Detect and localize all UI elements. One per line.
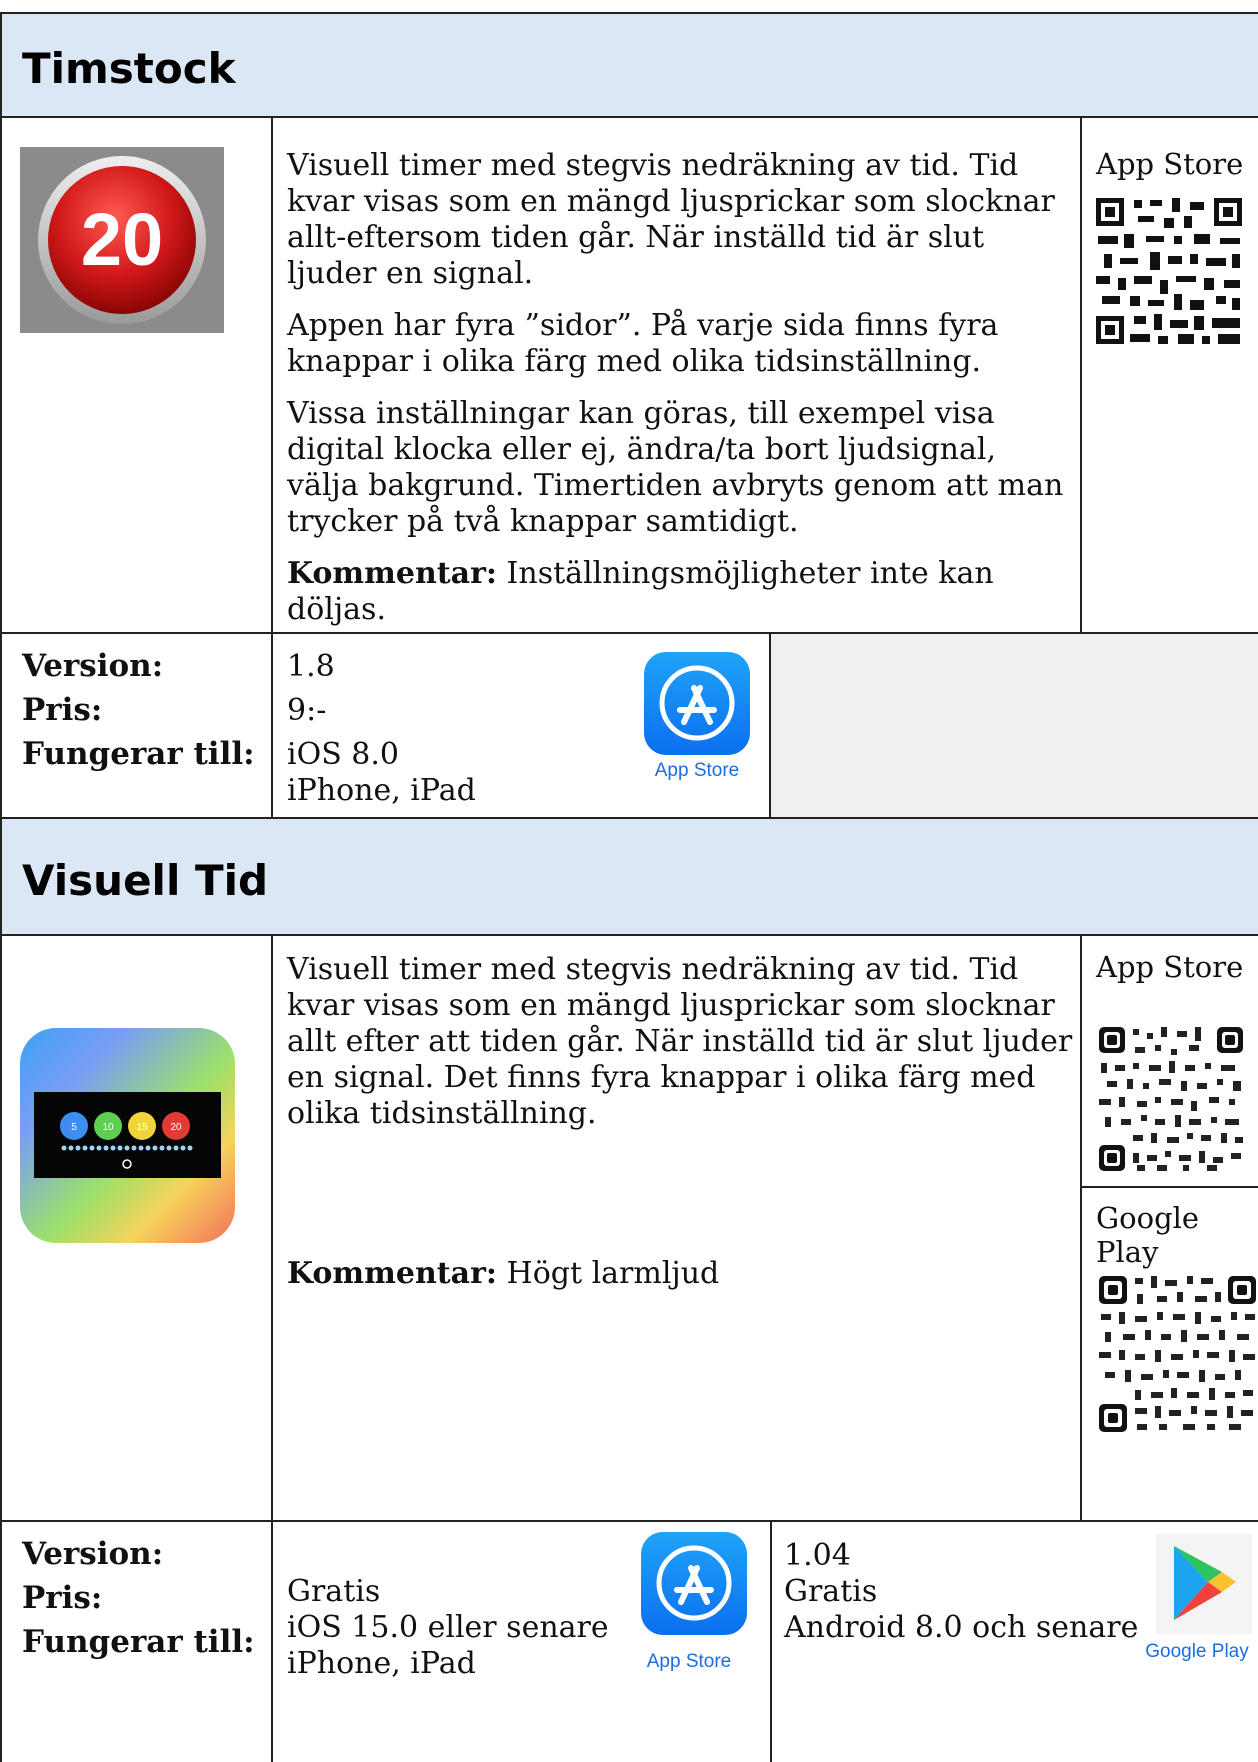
ios-meta: 1.8 9:- iOS 8.0 iPhone, iPad bbox=[287, 649, 476, 809]
description-paragraph: Vissa inställningar kan göras, till exem… bbox=[287, 396, 1064, 539]
app-store-icon bbox=[659, 665, 735, 741]
comment: Kommentar: Högt larmljud bbox=[287, 1256, 719, 1292]
works-label: Fungerar till: bbox=[22, 736, 255, 772]
button-number: 5 bbox=[71, 1122, 77, 1133]
app-title: Visuell Tid bbox=[22, 856, 269, 905]
comment-label: Kommentar: bbox=[287, 556, 497, 591]
android-os: Android 8.0 och senare bbox=[784, 1610, 1139, 1645]
comment-text: Högt larmljud bbox=[506, 1256, 720, 1291]
google-play-badge-label: Google Play bbox=[1145, 1641, 1249, 1662]
android-meta: 1.04 Gratis Android 8.0 och senare bbox=[784, 1538, 1138, 1646]
qr-code-app-store[interactable] bbox=[1097, 1025, 1245, 1173]
meta-labels: Version: Pris: Fungerar till: bbox=[22, 644, 255, 776]
price-label: Pris: bbox=[22, 692, 103, 728]
qr-label-google-play: Google Play bbox=[1096, 1201, 1200, 1269]
ios-version: 1.8 bbox=[287, 649, 335, 684]
qr-code-app-store[interactable] bbox=[1094, 196, 1244, 346]
app-store-badge[interactable] bbox=[644, 652, 750, 755]
google-play-icon bbox=[1174, 1546, 1236, 1620]
timstock-app-icon: 20 bbox=[20, 147, 224, 333]
button-number: 10 bbox=[102, 1122, 114, 1133]
qr-code-google-play[interactable] bbox=[1097, 1274, 1258, 1434]
comment: Kommentar: Inställningsmöjligheter inte … bbox=[287, 556, 1077, 628]
button-number: 15 bbox=[136, 1122, 148, 1133]
app-store-icon bbox=[656, 1545, 732, 1621]
version-label: Version: bbox=[22, 648, 164, 684]
app-store-badge-label: App Store bbox=[654, 760, 740, 781]
visuell-tid-app-icon: 5 10 15 20 bbox=[20, 1028, 235, 1243]
android-price: Gratis bbox=[784, 1574, 878, 1609]
meta-labels: Version: Pris: Fungerar till: bbox=[22, 1532, 255, 1664]
ios-price: Gratis bbox=[287, 1574, 381, 1609]
app-description: Visuell timer med stegvis nedräkning av … bbox=[287, 952, 1077, 1148]
qr-label-app-store: App Store bbox=[1096, 147, 1244, 181]
description-paragraph: Appen har fyra ”sidor”. På varje sida fi… bbox=[287, 308, 999, 379]
app-store-badge-label: App Store bbox=[646, 1651, 732, 1672]
ios-devices: iPhone, iPad bbox=[287, 1646, 476, 1681]
ios-meta: Gratis iOS 15.0 eller senare iPhone, iPa… bbox=[287, 1574, 609, 1682]
app-description: Visuell timer med stegvis nedräkning av … bbox=[287, 148, 1077, 644]
description-paragraph: Visuell timer med stegvis nedräkning av … bbox=[287, 952, 1073, 1131]
ios-price: 9:- bbox=[287, 693, 327, 728]
timer-number: 20 bbox=[81, 198, 163, 281]
app-title: Timstock bbox=[22, 44, 236, 93]
works-label: Fungerar till: bbox=[22, 1624, 255, 1660]
price-label: Pris: bbox=[22, 1580, 103, 1616]
version-label: Version: bbox=[22, 1536, 164, 1572]
qr-label-app-store: App Store bbox=[1096, 950, 1244, 984]
app-store-badge[interactable] bbox=[641, 1532, 747, 1635]
button-number: 20 bbox=[170, 1122, 182, 1133]
ios-os: iOS 15.0 eller senare bbox=[287, 1610, 609, 1645]
empty-android-cell bbox=[770, 633, 1258, 818]
description-paragraph: Visuell timer med stegvis nedräkning av … bbox=[287, 148, 1055, 291]
ios-devices: iPhone, iPad bbox=[287, 773, 476, 808]
ios-os: iOS 8.0 bbox=[287, 737, 399, 772]
google-play-badge[interactable] bbox=[1156, 1534, 1252, 1634]
android-version: 1.04 bbox=[784, 1538, 851, 1573]
comment-label: Kommentar: bbox=[287, 1256, 497, 1291]
